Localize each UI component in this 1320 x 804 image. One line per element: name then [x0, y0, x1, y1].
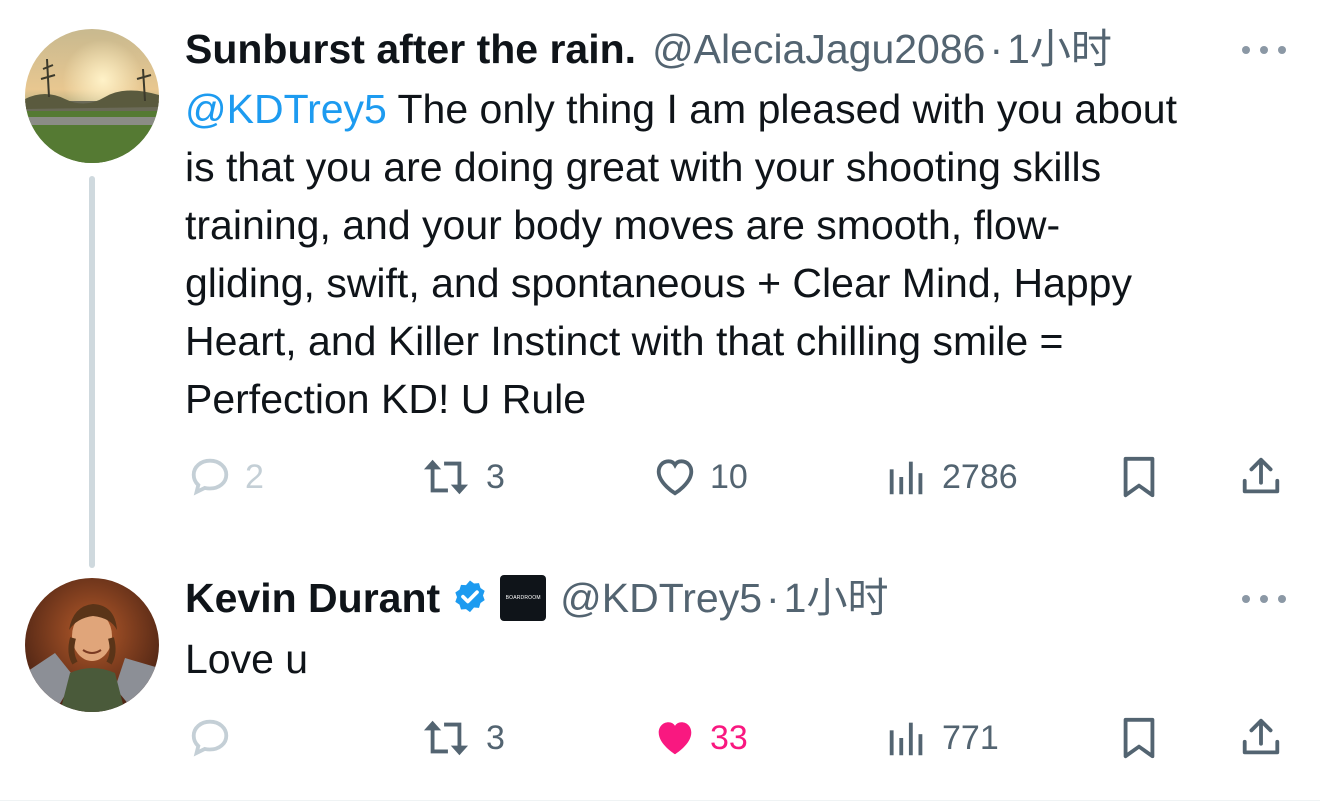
timestamp[interactable]: 1小时 — [1007, 24, 1112, 74]
like-count: 10 — [710, 457, 748, 496]
retweet-icon — [423, 459, 469, 495]
tweet-header: Sunburst after the rain. @AleciaJagu2086… — [185, 24, 1112, 74]
like-button[interactable]: 10 — [652, 454, 748, 500]
user-handle[interactable]: @AleciaJagu2086 — [652, 24, 985, 74]
divider — [0, 800, 1320, 801]
views-button[interactable]: 771 — [884, 715, 999, 761]
more-options-icon[interactable] — [1242, 589, 1286, 609]
retweet-button[interactable]: 3 — [418, 454, 505, 500]
heart-icon — [656, 459, 694, 496]
share-button[interactable] — [1238, 454, 1284, 500]
retweet-button[interactable]: 3 — [418, 715, 505, 761]
separator-dot: · — [766, 575, 780, 621]
reply-count: 2 — [245, 457, 264, 496]
conversation-thread: Sunburst after the rain. @AleciaJagu2086… — [0, 0, 1320, 804]
views-chart-icon — [889, 461, 923, 495]
affiliate-badge-icon[interactable]: BOARDROOM — [500, 575, 547, 621]
tweet-header: Kevin Durant BOARDROOM @KDTrey5 · 1小时 — [185, 573, 888, 623]
reply-button[interactable] — [187, 715, 245, 761]
timestamp[interactable]: 1小时 — [784, 573, 889, 623]
views-button[interactable]: 2786 — [884, 454, 1018, 500]
avatar[interactable] — [25, 578, 159, 712]
share-icon — [1242, 718, 1280, 755]
views-count: 2786 — [942, 457, 1018, 496]
retweet-count: 3 — [486, 457, 505, 496]
display-name[interactable]: Sunburst after the rain. — [185, 24, 636, 74]
avatar-image — [25, 578, 159, 712]
bookmark-button[interactable] — [1116, 454, 1162, 500]
more-options-icon[interactable] — [1242, 40, 1286, 60]
heart-filled-icon — [658, 722, 692, 755]
avatar-image — [25, 29, 159, 163]
bookmark-icon — [1123, 717, 1155, 759]
reply-icon — [191, 458, 229, 496]
separator-dot: · — [989, 26, 1004, 72]
verified-badge-icon[interactable] — [450, 578, 490, 618]
retweet-count: 3 — [486, 718, 505, 757]
mention-link[interactable]: @KDTrey5 — [185, 86, 387, 132]
user-handle[interactable]: @KDTrey5 — [560, 573, 762, 623]
thread-connector-line — [89, 176, 95, 568]
reply-button[interactable]: 2 — [187, 454, 264, 500]
views-chart-icon — [889, 722, 923, 756]
reply-icon — [191, 719, 229, 757]
tweet-body: The only thing I am pleased with you abo… — [185, 86, 1177, 422]
avatar[interactable] — [25, 29, 159, 163]
bookmark-icon — [1123, 456, 1155, 498]
views-count: 771 — [942, 718, 999, 757]
tweet-text: @KDTrey5 The only thing I am pleased wit… — [185, 80, 1295, 428]
display-name[interactable]: Kevin Durant — [185, 573, 440, 623]
share-icon — [1242, 457, 1280, 494]
tweet-text: Love u — [185, 630, 1295, 688]
tweet-body: Love u — [185, 636, 309, 682]
like-button[interactable]: 33 — [652, 715, 748, 761]
bookmark-button[interactable] — [1116, 715, 1162, 761]
retweet-icon — [423, 720, 469, 756]
affiliate-badge-label: BOARDROOM — [505, 595, 541, 601]
share-button[interactable] — [1238, 715, 1284, 761]
like-count: 33 — [710, 718, 748, 757]
